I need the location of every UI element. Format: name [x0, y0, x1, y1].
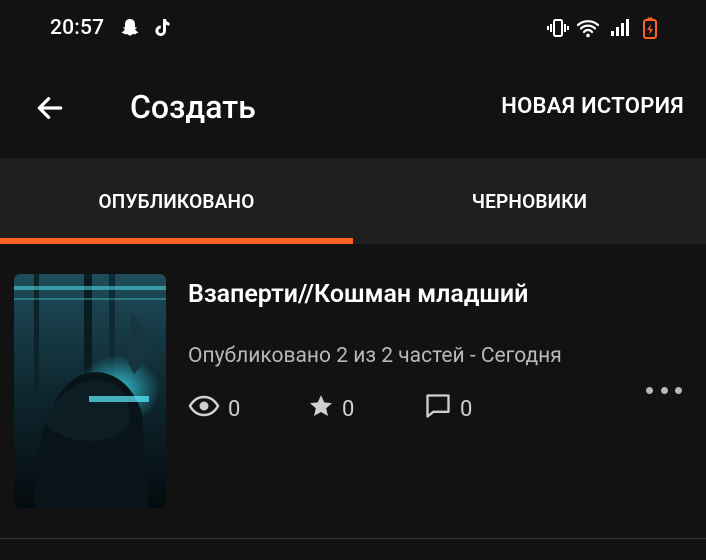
- snapchat-icon: [118, 16, 142, 40]
- battery-charging-icon: [638, 16, 662, 40]
- more-dot: [675, 386, 682, 394]
- tiktok-icon: [150, 16, 174, 40]
- comments-stat: 0: [424, 392, 472, 426]
- views-stat: 0: [188, 392, 240, 426]
- arrow-left-icon: [34, 92, 66, 128]
- page-title: Создать: [130, 88, 256, 126]
- back-button[interactable]: [30, 90, 70, 130]
- new-story-button[interactable]: НОВАЯ ИСТОРИЯ: [501, 94, 684, 119]
- story-list-item[interactable]: Взаперти//Кошман младший Опубликовано 2 …: [0, 244, 706, 538]
- more-dot: [646, 386, 653, 394]
- story-title[interactable]: Взаперти//Кошман младший: [188, 280, 528, 309]
- tab-drafts[interactable]: ЧЕРНОВИКИ: [353, 158, 706, 244]
- eye-icon: [188, 394, 228, 424]
- wifi-icon: [576, 16, 600, 40]
- vibrate-icon: [546, 16, 570, 40]
- story-publish-status: Опубликовано 2 из 2 частей - Сегодня: [188, 344, 562, 368]
- views-count: 0: [228, 396, 241, 422]
- tab-published[interactable]: ОПУБЛИКОВАНО: [0, 158, 353, 244]
- status-time: 20:57: [50, 16, 105, 40]
- star-icon: [308, 393, 342, 425]
- more-options-button[interactable]: [646, 376, 682, 404]
- tab-bar: ОПУБЛИКОВАНО ЧЕРНОВИКИ: [0, 158, 706, 244]
- votes-count: 0: [342, 396, 355, 422]
- more-dot: [660, 386, 668, 394]
- app-bar: Создать НОВАЯ ИСТОРИЯ: [0, 60, 706, 158]
- story-cover-image[interactable]: [14, 274, 166, 508]
- votes-stat: 0: [308, 392, 354, 426]
- list-divider: [0, 538, 706, 539]
- comment-icon: [424, 392, 460, 426]
- comments-count: 0: [460, 396, 473, 422]
- tab-drafts-label: ЧЕРНОВИКИ: [471, 189, 588, 213]
- status-bar: 20:57: [0, 0, 706, 60]
- signal-icon: [608, 16, 632, 40]
- tab-published-label: ОПУБЛИКОВАНО: [98, 189, 255, 213]
